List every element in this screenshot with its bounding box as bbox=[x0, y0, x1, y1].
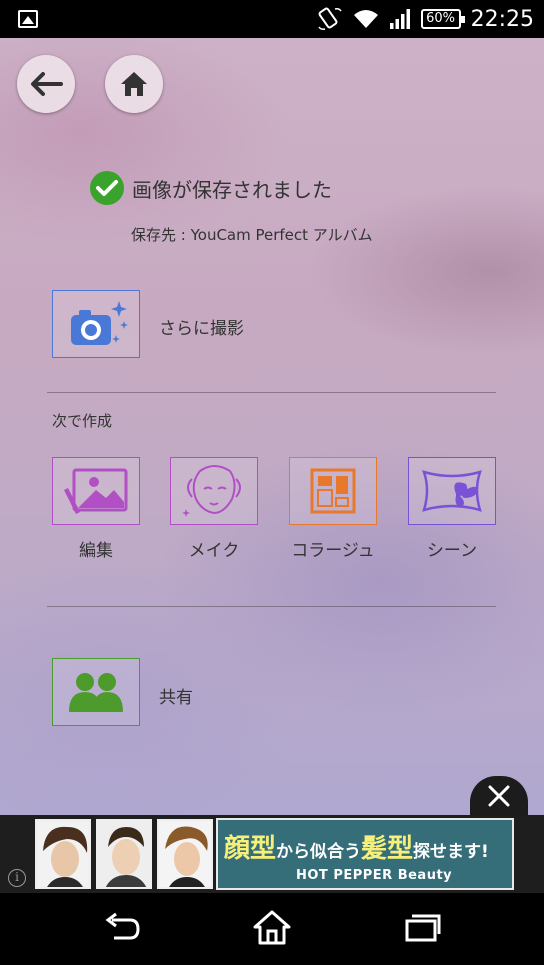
scene-butterfly-icon bbox=[422, 470, 482, 512]
share-label: 共有 bbox=[159, 688, 193, 708]
edit-button[interactable] bbox=[52, 457, 140, 525]
status-bar: 60% 22:25 bbox=[0, 0, 544, 38]
ad-brand: HOT PEPPER Beauty bbox=[296, 868, 453, 883]
makeup-label: メイク bbox=[188, 541, 240, 561]
ad-headline-panel: 顔型から似合う髪型探せます! HOT PEPPER Beauty bbox=[216, 818, 514, 890]
ad-model-photo bbox=[96, 819, 152, 889]
collage-label: コラージュ bbox=[291, 541, 375, 561]
ad-info-icon[interactable]: i bbox=[8, 869, 26, 887]
camera-icon bbox=[71, 301, 128, 345]
share-button[interactable] bbox=[52, 658, 140, 726]
ad-model-photo bbox=[35, 819, 91, 889]
scene-button[interactable] bbox=[408, 457, 496, 525]
edit-label: 編集 bbox=[79, 541, 113, 561]
back-button[interactable] bbox=[17, 55, 75, 113]
collage-icon bbox=[310, 468, 356, 514]
ad-headline-part: 顔型 bbox=[224, 834, 277, 864]
signal-icon bbox=[389, 9, 410, 29]
scene-label: シーン bbox=[426, 541, 478, 561]
clock: 22:25 bbox=[470, 6, 534, 32]
ad-headline-part: 探せます! bbox=[413, 842, 489, 862]
saved-screen: 画像が保存されました 保存先 : YouCam Perfect アルバム さらに… bbox=[0, 38, 544, 815]
close-ad-button[interactable] bbox=[470, 776, 528, 815]
ad-headline-part: から似合う bbox=[276, 842, 362, 862]
shoot-more-button[interactable] bbox=[52, 290, 140, 358]
rotate-lock-icon bbox=[317, 7, 342, 30]
wifi-icon bbox=[353, 10, 378, 28]
home-button[interactable] bbox=[105, 55, 163, 113]
makeup-face-icon bbox=[182, 465, 241, 517]
divider bbox=[47, 606, 496, 607]
divider bbox=[47, 392, 496, 393]
navigation-bar bbox=[0, 893, 544, 965]
status-right: 60% 22:25 bbox=[317, 5, 534, 33]
ad-banner[interactable]: i 顔型から似合う髪型探せます! HOT PEPPER Beauty bbox=[0, 815, 544, 893]
saved-title: 画像が保存されました bbox=[132, 177, 332, 202]
battery-indicator: 60% bbox=[420, 9, 465, 29]
makeup-button[interactable] bbox=[170, 457, 258, 525]
nav-recent-icon bbox=[405, 914, 441, 942]
gallery-notification-icon bbox=[18, 10, 38, 28]
ad-headline: 顔型から似合う髪型探せます! bbox=[224, 828, 489, 865]
saved-message: 画像が保存されました bbox=[90, 171, 332, 205]
share-people-icon bbox=[69, 673, 123, 712]
nav-home-button[interactable] bbox=[250, 907, 294, 947]
nav-home-icon bbox=[253, 910, 291, 945]
ad-headline-part: 髪型 bbox=[361, 834, 414, 864]
home-icon bbox=[121, 72, 147, 96]
check-icon bbox=[90, 171, 124, 205]
shoot-more-label: さらに撮影 bbox=[159, 319, 244, 339]
collage-button[interactable] bbox=[289, 457, 377, 525]
nav-recent-button[interactable] bbox=[400, 907, 444, 947]
back-arrow-icon bbox=[31, 72, 63, 96]
ad-model-photo bbox=[157, 819, 213, 889]
edit-image-icon bbox=[64, 468, 128, 514]
create-next-heading: 次で作成 bbox=[52, 412, 113, 430]
save-destination: 保存先 : YouCam Perfect アルバム bbox=[131, 226, 373, 244]
close-icon bbox=[488, 785, 510, 807]
nav-back-icon bbox=[105, 912, 140, 940]
nav-back-button[interactable] bbox=[100, 907, 144, 947]
